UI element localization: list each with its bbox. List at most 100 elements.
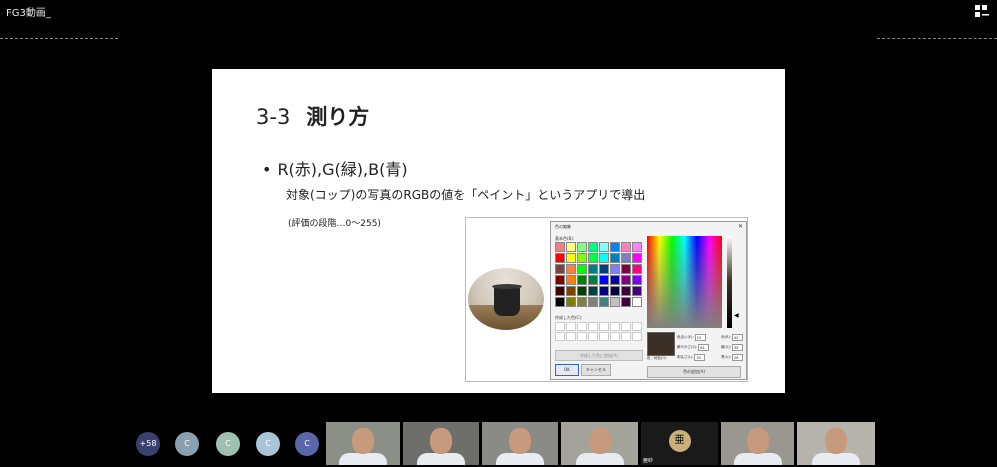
custom-color-slot[interactable]	[621, 322, 631, 331]
color-swatch[interactable]	[621, 242, 631, 252]
add-color-button[interactable]: 色の追加(A)	[647, 366, 741, 378]
color-swatch[interactable]	[621, 253, 631, 263]
color-swatch[interactable]	[632, 242, 642, 252]
participant-video[interactable]	[326, 422, 400, 465]
luminance-slider[interactable]	[727, 236, 732, 328]
slide-subtext: 対象(コップ)の写真のRGBの値を「ペイント」というアプリで導出	[286, 188, 646, 202]
luminance-arrow-icon[interactable]: ◀	[734, 312, 739, 319]
custom-color-slot[interactable]	[588, 332, 598, 341]
color-swatch[interactable]	[577, 286, 587, 296]
participant-video[interactable]	[403, 422, 479, 465]
color-swatch[interactable]	[555, 253, 565, 263]
color-swatch[interactable]	[610, 253, 620, 263]
participant-video[interactable]	[561, 422, 638, 465]
custom-color-slot[interactable]	[599, 322, 609, 331]
color-swatch[interactable]	[632, 286, 642, 296]
participant-avatar[interactable]: C	[256, 432, 280, 456]
field-input[interactable]: 30	[694, 353, 706, 361]
preview-label: 色｜純色(O)	[647, 356, 667, 360]
color-swatch[interactable]	[577, 242, 587, 252]
custom-color-slot[interactable]	[555, 332, 565, 341]
color-swatch[interactable]	[577, 253, 587, 263]
color-swatch[interactable]	[599, 242, 609, 252]
custom-color-slot[interactable]	[632, 332, 642, 341]
color-swatch[interactable]	[599, 264, 609, 274]
custom-color-slot[interactable]	[577, 322, 587, 331]
color-swatch[interactable]	[566, 275, 576, 285]
color-swatch[interactable]	[588, 242, 598, 252]
cancel-button[interactable]: キャンセル	[581, 364, 611, 376]
color-swatch[interactable]	[588, 275, 598, 285]
color-swatch[interactable]	[566, 253, 576, 263]
participant-avatar[interactable]: C	[295, 432, 319, 456]
person-head	[588, 428, 611, 454]
color-swatch[interactable]	[588, 297, 598, 307]
participant-video[interactable]: 亜亜紗	[641, 422, 718, 465]
color-swatch[interactable]	[621, 275, 631, 285]
layout-toggle-icon[interactable]	[975, 5, 989, 17]
color-swatch[interactable]	[555, 297, 565, 307]
color-swatch[interactable]	[599, 297, 609, 307]
participant-video[interactable]	[482, 422, 558, 465]
custom-color-grid[interactable]	[555, 322, 642, 341]
color-swatch[interactable]	[599, 286, 609, 296]
custom-color-slot[interactable]	[555, 322, 565, 331]
overflow-count-badge[interactable]: +58	[136, 432, 160, 456]
color-swatch[interactable]	[566, 242, 576, 252]
field-input[interactable]: 26	[732, 353, 743, 361]
field-input[interactable]: 45	[732, 333, 743, 341]
participant-avatar[interactable]: C	[216, 432, 240, 456]
color-swatch[interactable]	[577, 264, 587, 274]
color-swatch[interactable]	[632, 297, 642, 307]
color-swatch[interactable]	[555, 286, 565, 296]
person-head	[825, 428, 847, 454]
field-input[interactable]: 64	[698, 343, 710, 351]
color-swatch[interactable]	[632, 253, 642, 263]
color-swatch[interactable]	[610, 297, 620, 307]
participant-video[interactable]	[721, 422, 794, 465]
color-swatch[interactable]	[566, 286, 576, 296]
custom-color-slot[interactable]	[566, 322, 576, 331]
color-swatch[interactable]	[632, 264, 642, 274]
color-swatch[interactable]	[632, 275, 642, 285]
person-shape	[496, 453, 544, 465]
custom-color-slot[interactable]	[588, 322, 598, 331]
custom-color-slot[interactable]	[632, 322, 642, 331]
color-swatch[interactable]	[610, 275, 620, 285]
ok-button[interactable]: OK	[555, 364, 579, 376]
color-swatch[interactable]	[599, 275, 609, 285]
color-spectrum[interactable]	[647, 236, 722, 328]
color-swatch[interactable]	[621, 297, 631, 307]
close-icon[interactable]: ✕	[738, 223, 743, 230]
custom-color-slot[interactable]	[577, 332, 587, 341]
color-swatch[interactable]	[610, 286, 620, 296]
color-swatch[interactable]	[566, 264, 576, 274]
color-swatch[interactable]	[566, 297, 576, 307]
color-swatch[interactable]	[577, 297, 587, 307]
color-swatch[interactable]	[621, 264, 631, 274]
color-swatch[interactable]	[577, 275, 587, 285]
color-swatch[interactable]	[610, 264, 620, 274]
participant-avatar[interactable]: C	[175, 432, 199, 456]
field-input[interactable]: 25	[694, 333, 706, 341]
field-label: 緑(G):	[720, 344, 731, 349]
color-swatch[interactable]	[610, 242, 620, 252]
field-input[interactable]: 38	[732, 343, 743, 351]
color-value-fields: 色合い(E): 25 赤(R): 45 鮮やかさ(S): 64 緑(G): 38 明るさ(L):…	[677, 332, 743, 362]
custom-color-slot[interactable]	[610, 322, 620, 331]
color-swatch[interactable]	[555, 264, 565, 274]
color-swatch[interactable]	[621, 286, 631, 296]
participant-video[interactable]	[797, 422, 875, 465]
color-swatch[interactable]	[588, 253, 598, 263]
custom-color-slot[interactable]	[621, 332, 631, 341]
color-swatch[interactable]	[599, 253, 609, 263]
color-swatch[interactable]	[555, 275, 565, 285]
color-swatch[interactable]	[588, 264, 598, 274]
basic-color-grid[interactable]	[555, 242, 643, 307]
custom-color-slot[interactable]	[566, 332, 576, 341]
color-swatch[interactable]	[588, 286, 598, 296]
custom-color-slot[interactable]	[610, 332, 620, 341]
custom-color-slot[interactable]	[599, 332, 609, 341]
add-custom-color-button[interactable]: 作成した色に追加(A)	[555, 350, 643, 361]
color-swatch[interactable]	[555, 242, 565, 252]
